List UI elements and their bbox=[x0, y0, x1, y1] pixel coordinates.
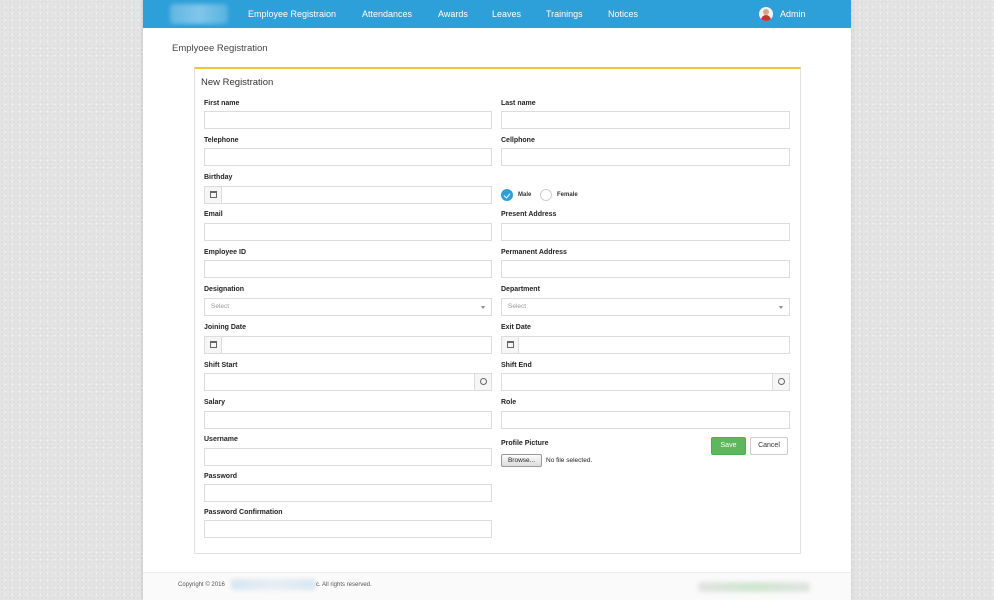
save-button[interactable]: Save bbox=[711, 437, 746, 455]
first-name-label: First name bbox=[204, 100, 240, 107]
exit-date-label: Exit Date bbox=[501, 324, 531, 331]
department-select[interactable]: Select bbox=[501, 298, 790, 316]
joining-date-input[interactable] bbox=[204, 336, 492, 354]
last-name-label: Last name bbox=[501, 100, 536, 107]
present-address-label: Present Address bbox=[501, 211, 557, 218]
designation-selected: Select bbox=[211, 303, 230, 310]
telephone-input[interactable] bbox=[204, 148, 492, 166]
calendar-icon[interactable] bbox=[205, 187, 222, 203]
salary-label: Salary bbox=[204, 399, 226, 406]
birthday-input[interactable] bbox=[204, 186, 492, 204]
registration-panel: New Registration First name Last name Te… bbox=[194, 67, 801, 554]
shift-end-input[interactable] bbox=[501, 373, 790, 391]
exit-date-input[interactable] bbox=[501, 336, 790, 354]
cellphone-input[interactable] bbox=[501, 148, 790, 166]
password-label: Password bbox=[204, 473, 238, 480]
user-menu-admin[interactable]: Admin bbox=[780, 0, 806, 28]
gender-male-label: Male bbox=[518, 192, 532, 198]
chevron-down-icon bbox=[481, 306, 485, 309]
user-avatar-icon[interactable] bbox=[759, 7, 773, 21]
chevron-down-icon bbox=[779, 306, 783, 309]
department-label: Department bbox=[501, 286, 540, 293]
browse-file-button[interactable]: Browse... bbox=[501, 454, 542, 467]
joining-date-label: Joining Date bbox=[204, 324, 247, 331]
first-name-input[interactable] bbox=[204, 111, 492, 129]
permanent-address-input[interactable] bbox=[501, 260, 790, 278]
username-label: Username bbox=[204, 436, 238, 443]
role-label: Role bbox=[501, 399, 517, 406]
page-container: Employee Registraion Attendances Awards … bbox=[143, 0, 851, 600]
cancel-button[interactable]: Cancel bbox=[750, 437, 788, 455]
file-status-text: No file selected. bbox=[546, 457, 593, 464]
password-confirmation-label: Password Confirmation bbox=[204, 509, 283, 516]
calendar-icon[interactable] bbox=[205, 337, 222, 353]
permanent-address-label: Permanent Address bbox=[501, 249, 567, 256]
footer-copyright: Copyright © 2016 bbox=[178, 582, 225, 588]
last-name-input[interactable] bbox=[501, 111, 790, 129]
nav-employee-registration[interactable]: Employee Registraion bbox=[248, 0, 336, 28]
nav-attendances[interactable]: Attendances bbox=[362, 0, 412, 28]
telephone-label: Telephone bbox=[204, 137, 239, 144]
brand-logo[interactable] bbox=[170, 4, 228, 24]
employee-id-input[interactable] bbox=[204, 260, 492, 278]
designation-select[interactable]: Select bbox=[204, 298, 492, 316]
shift-start-label: Shift Start bbox=[204, 362, 238, 369]
birthday-label: Birthday bbox=[204, 174, 233, 181]
department-selected: Select bbox=[508, 303, 527, 310]
email-label: Email bbox=[204, 211, 223, 218]
nav-awards[interactable]: Awards bbox=[438, 0, 468, 28]
nav-trainings[interactable]: Trainings bbox=[546, 0, 583, 28]
shift-end-label: Shift End bbox=[501, 362, 532, 369]
profile-picture-label: Profile Picture bbox=[501, 440, 549, 447]
gender-male-radio[interactable] bbox=[501, 189, 513, 201]
designation-label: Designation bbox=[204, 286, 245, 293]
page-footer: Copyright © 2016 c. All rights reserved. bbox=[143, 572, 851, 600]
employee-id-label: Employee ID bbox=[204, 249, 247, 256]
clock-icon[interactable] bbox=[474, 374, 491, 390]
clock-icon[interactable] bbox=[772, 374, 789, 390]
password-input[interactable] bbox=[204, 484, 492, 502]
role-input[interactable] bbox=[501, 411, 790, 429]
email-input[interactable] bbox=[204, 223, 492, 241]
salary-input[interactable] bbox=[204, 411, 492, 429]
nav-notices[interactable]: Notices bbox=[608, 0, 638, 28]
nav-leaves[interactable]: Leaves bbox=[492, 0, 521, 28]
top-navbar: Employee Registraion Attendances Awards … bbox=[143, 0, 851, 28]
gender-female-label: Female bbox=[557, 192, 578, 198]
page-title: Emplyoee Registration bbox=[172, 43, 268, 54]
footer-company-link[interactable] bbox=[231, 579, 316, 590]
footer-credit-link[interactable] bbox=[698, 582, 810, 592]
username-input[interactable] bbox=[204, 448, 492, 466]
calendar-icon[interactable] bbox=[502, 337, 519, 353]
footer-rights: c. All rights reserved. bbox=[316, 582, 372, 588]
present-address-input[interactable] bbox=[501, 223, 790, 241]
password-confirmation-input[interactable] bbox=[204, 520, 492, 538]
gender-female-radio[interactable] bbox=[540, 189, 552, 201]
panel-title: New Registration bbox=[201, 77, 274, 88]
cellphone-label: Cellphone bbox=[501, 137, 535, 144]
shift-start-input[interactable] bbox=[204, 373, 492, 391]
